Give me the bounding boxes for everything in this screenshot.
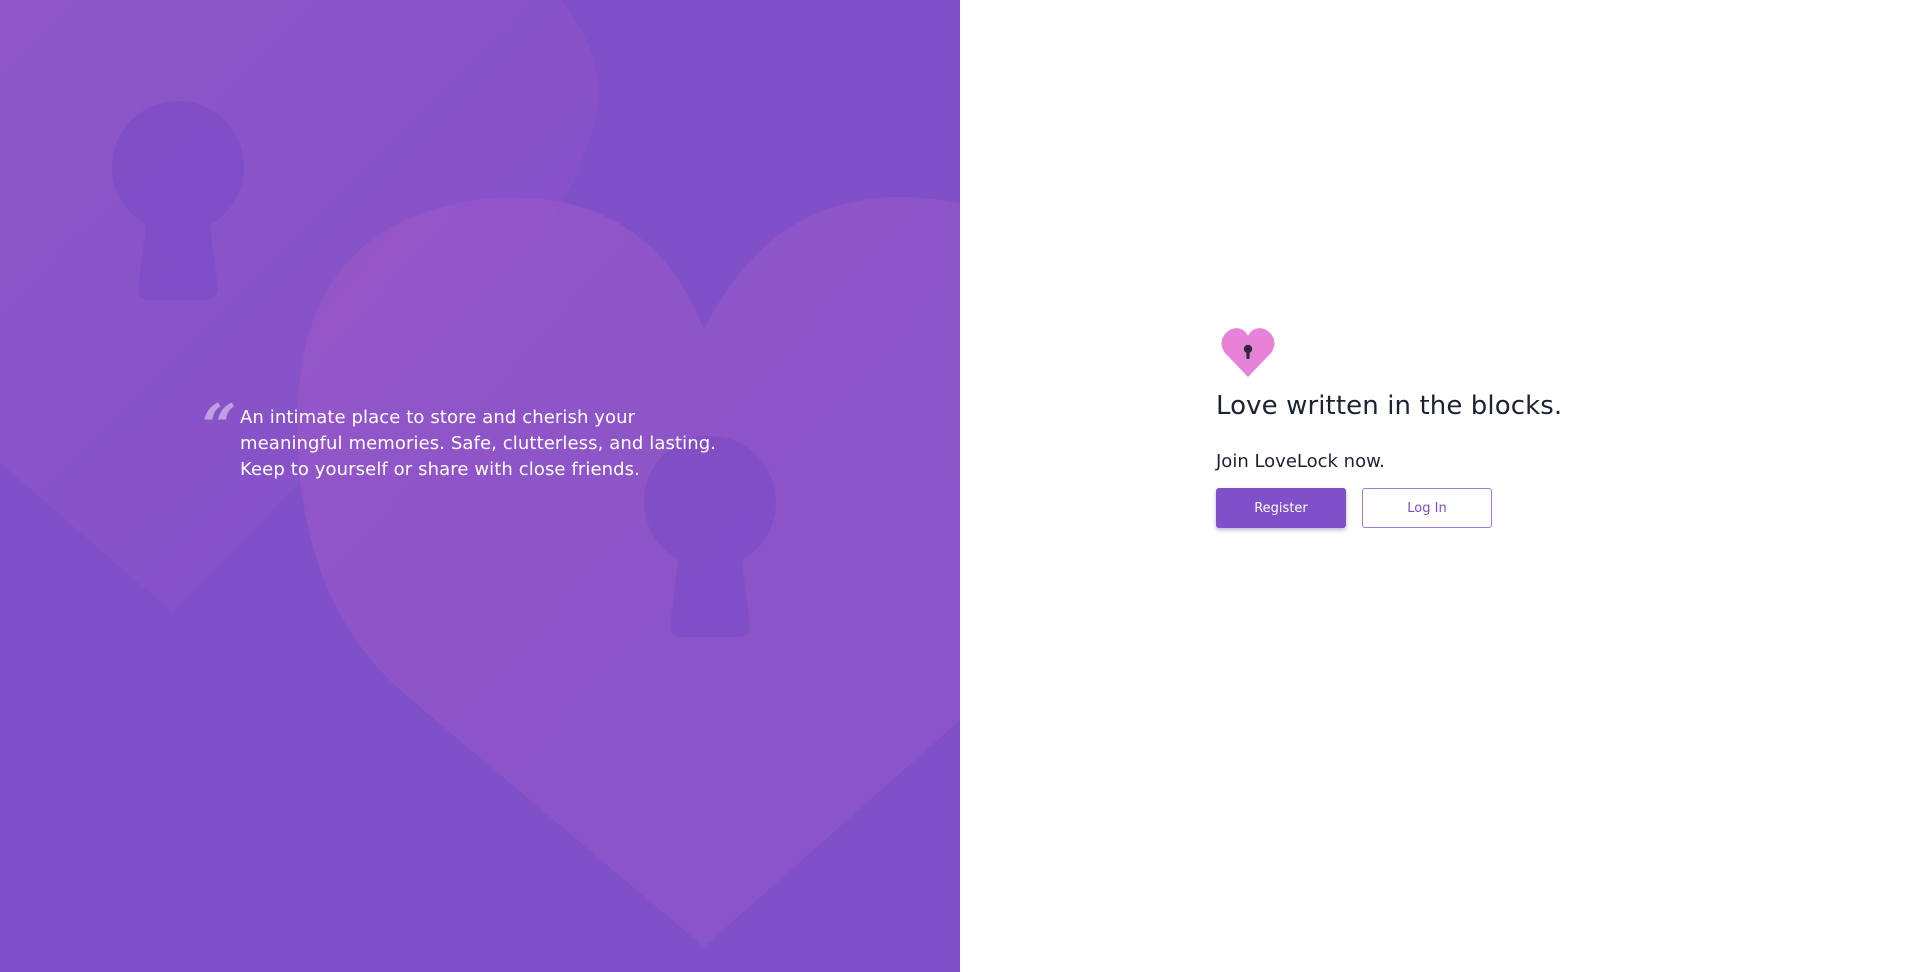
auth-panel: Love written in the blocks. Join LoveLoc…	[960, 0, 1920, 972]
landing-page: “ An intimate place to store and cherish…	[0, 0, 1920, 972]
register-button[interactable]: Register	[1216, 488, 1346, 528]
hero-background-hearts	[0, 0, 960, 947]
auth-content: Love written in the blocks. Join LoveLoc…	[1216, 325, 1562, 528]
auth-actions: Register Log In	[1216, 488, 1562, 528]
hero-quote: “ An intimate place to store and cherish…	[202, 397, 742, 483]
hero-panel: “ An intimate place to store and cherish…	[0, 0, 960, 972]
login-button[interactable]: Log In	[1362, 488, 1492, 528]
page-subtitle: Join LoveLock now.	[1216, 451, 1385, 472]
front-heart-shape	[297, 196, 960, 947]
page-title: Love written in the blocks.	[1216, 391, 1563, 421]
quote-text: An intimate place to store and cherish y…	[240, 407, 717, 480]
heart-keyhole-icon	[1221, 328, 1275, 377]
quote-mark-icon: “	[202, 392, 237, 462]
